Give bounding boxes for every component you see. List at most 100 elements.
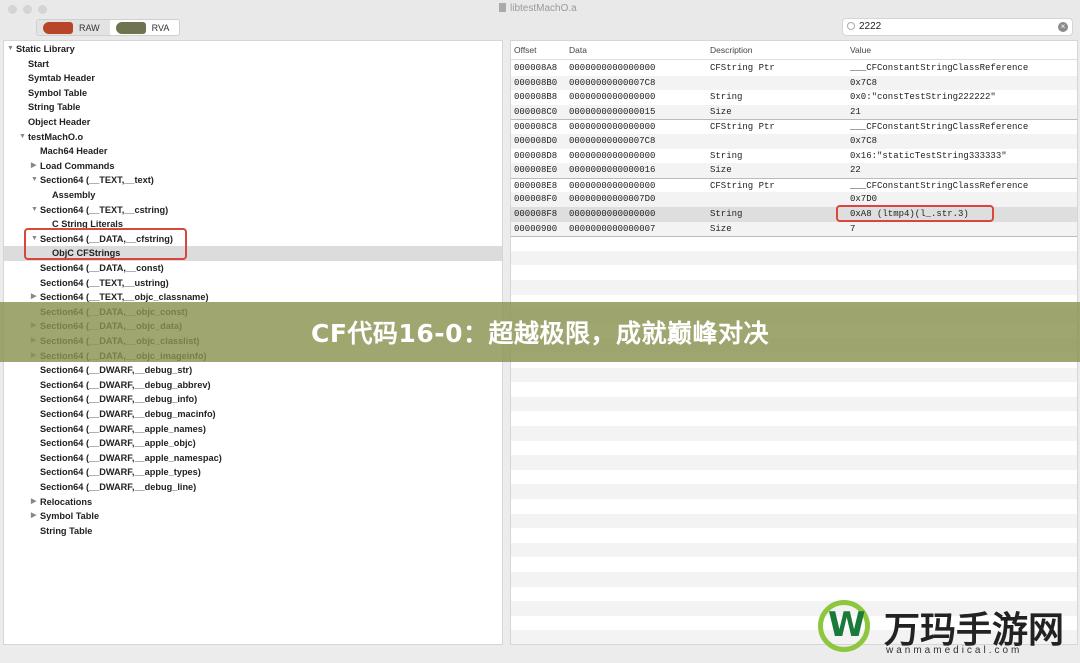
cell-description: String [710, 209, 743, 219]
tree-item[interactable]: ▼ Section64 (__TEXT,__text) [4, 173, 502, 188]
column-header-offset[interactable]: Offset [514, 45, 537, 55]
search-icon [847, 22, 855, 30]
table-row[interactable]: 000008F0 00000000000007D0 0x7D0 [511, 192, 1077, 207]
empty-table-row [511, 280, 1077, 295]
disclosure-closed-icon[interactable]: ▶ [31, 495, 36, 510]
tree-item[interactable]: Section64 (__TEXT,__ustring) [4, 276, 502, 291]
tree-item[interactable]: ▼ Static Library [4, 42, 502, 57]
tree-item-label: Section64 (__TEXT,__cstring) [40, 204, 169, 215]
cell-offset: 000008C0 [514, 106, 558, 117]
disclosure-closed-icon[interactable]: ▶ [31, 159, 36, 174]
logo-w-icon: W [828, 605, 866, 645]
tree-item[interactable]: ▶ Load Commands [4, 159, 502, 174]
cell-description: Size [710, 223, 732, 234]
table-row[interactable]: 000008E8 0000000000000000 CFString Ptr ___C… [511, 177, 1077, 193]
cell-offset: 000008E0 [514, 165, 558, 176]
table-row[interactable]: 000008B0 00000000000007C8 0x7C8 [511, 75, 1077, 91]
raw-label: RAW [79, 22, 100, 33]
highlight-box-value [836, 205, 994, 222]
search-input[interactable]: 2222 × [842, 18, 1073, 36]
empty-table-row [511, 382, 1077, 397]
cell-data: 0000000000000000 [569, 92, 656, 103]
tree-item[interactable]: Mach64 Header [4, 144, 502, 159]
cell-description: String [710, 150, 743, 161]
column-header-description[interactable]: Description [710, 45, 753, 55]
tree-item-label: Section64 (__DWARF,__debug_macinfo) [40, 409, 216, 419]
tree-item[interactable]: Symtab Header [4, 71, 502, 86]
tree-item[interactable]: ▶ Relocations [4, 495, 502, 510]
empty-table-row [511, 441, 1077, 456]
clear-icon[interactable]: × [1058, 22, 1068, 32]
tree-item[interactable]: String Table [4, 524, 502, 539]
window-title: libtestMachO.a [499, 3, 577, 14]
tree-item[interactable]: Symbol Table [4, 86, 502, 101]
tree-item-label: Section64 (__DATA,__const) [40, 263, 164, 273]
tree-item-label: Section64 (__DWARF,__debug_str) [40, 365, 193, 376]
tree-item-label: Assembly [52, 190, 96, 200]
empty-table-row [511, 455, 1077, 470]
table-row[interactable]: 000008A8 0000000000000000 CFString Ptr ___C… [511, 61, 1077, 76]
empty-table-row [511, 396, 1077, 412]
tree-item[interactable]: ▼ Section64 (__TEXT,__cstring) [4, 203, 502, 218]
table-row[interactable]: 000008D8 0000000000000000 String 0x16:"stat… [511, 149, 1077, 164]
cell-offset: 00000900 [514, 223, 558, 234]
cell-offset: 000008D8 [514, 150, 558, 161]
cell-data: 00000000000007C8 [569, 77, 656, 88]
tree-item[interactable]: Object Header [4, 115, 502, 130]
disclosure-closed-icon[interactable]: ▶ [31, 509, 36, 524]
rva-label: RVA [151, 22, 170, 33]
tree-item[interactable]: Section64 (__DWARF,__debug_str) [4, 363, 502, 378]
rva-thumbnail-icon [115, 21, 146, 34]
disclosure-open-icon[interactable]: ▼ [31, 173, 38, 188]
empty-table-row [511, 557, 1077, 572]
table-row[interactable]: 000008C8 0000000000000000 CFString Ptr ___C… [511, 119, 1077, 134]
minimize-window-button[interactable] [23, 5, 32, 14]
cell-data: 0000000000000000 [569, 122, 656, 133]
zoom-window-button[interactable] [38, 5, 47, 14]
tree-item[interactable]: Assembly [4, 188, 502, 203]
cell-description: CFString Ptr [710, 63, 775, 73]
cell-offset: 000008E8 [514, 180, 558, 191]
close-window-button[interactable] [8, 5, 17, 14]
column-header-value[interactable]: Value [850, 45, 871, 55]
cell-offset: 000008A8 [514, 63, 558, 73]
cell-offset: 000008F0 [514, 194, 558, 205]
tree-item[interactable]: Section64 (__DATA,__const) [4, 261, 502, 276]
table-row[interactable]: 000008C0 0000000000000015 Size 21 [511, 104, 1077, 120]
disclosure-open-icon[interactable]: ▼ [31, 203, 38, 218]
tree-item-label: Object Header [28, 117, 91, 127]
tree-item[interactable]: Section64 (__DWARF,__debug_info) [4, 392, 502, 407]
table-row[interactable]: 00000900 0000000000000007 Size 7 [511, 221, 1077, 237]
cell-value: 0x7C8 [850, 77, 878, 88]
cell-value: ___CFConstantStringClassReference [850, 63, 1029, 73]
raw-button[interactable]: RAW [37, 20, 110, 35]
watermark-logo: W 万玛手游网 wanmamedical.com [814, 595, 1080, 663]
empty-table-row [511, 265, 1077, 280]
view-mode-segmented-control: RAW RVA [36, 19, 181, 36]
tree-item[interactable]: ▶ Symbol Table [4, 509, 502, 524]
tree-item[interactable]: Section64 (__DWARF,__apple_namespac) [4, 451, 502, 466]
tree-item[interactable]: Section64 (__DWARF,__debug_line) [4, 480, 502, 495]
tree-item[interactable]: Section64 (__DWARF,__apple_types) [4, 465, 502, 480]
disclosure-open-icon[interactable]: ▼ [19, 130, 26, 145]
disclosure-open-icon[interactable]: ▼ [7, 42, 14, 57]
column-header-data[interactable]: Data [569, 45, 587, 55]
table-row[interactable]: 000008E0 0000000000000016 Size 22 [511, 163, 1077, 178]
tree-item[interactable]: ▼ testMachO.o [4, 130, 502, 145]
cell-data: 0000000000000000 [569, 150, 656, 161]
rva-button[interactable]: RVA [110, 20, 180, 35]
tree-item-label: Section64 (__DWARF,__apple_objc) [40, 438, 196, 449]
cell-offset: 000008C8 [514, 122, 558, 133]
tree-item[interactable]: Start [4, 57, 502, 72]
tree-item-label: Load Commands [40, 160, 115, 171]
highlight-box-tree [24, 228, 187, 260]
tree-item[interactable]: String Table [4, 100, 502, 115]
table-row[interactable]: 000008B8 0000000000000000 String 0x0:"const… [511, 90, 1077, 105]
tree-item[interactable]: Section64 (__DWARF,__apple_objc) [4, 436, 502, 451]
tree-item[interactable]: Section64 (__DWARF,__debug_macinfo) [4, 407, 502, 422]
empty-table-row [511, 250, 1077, 266]
tree-item[interactable]: Section64 (__DWARF,__apple_names) [4, 422, 502, 437]
tree-item-label: Section64 (__TEXT,__ustring) [40, 277, 169, 288]
tree-item[interactable]: Section64 (__DWARF,__debug_abbrev) [4, 378, 502, 393]
table-row[interactable]: 000008D0 00000000000007C8 0x7C8 [511, 134, 1077, 149]
